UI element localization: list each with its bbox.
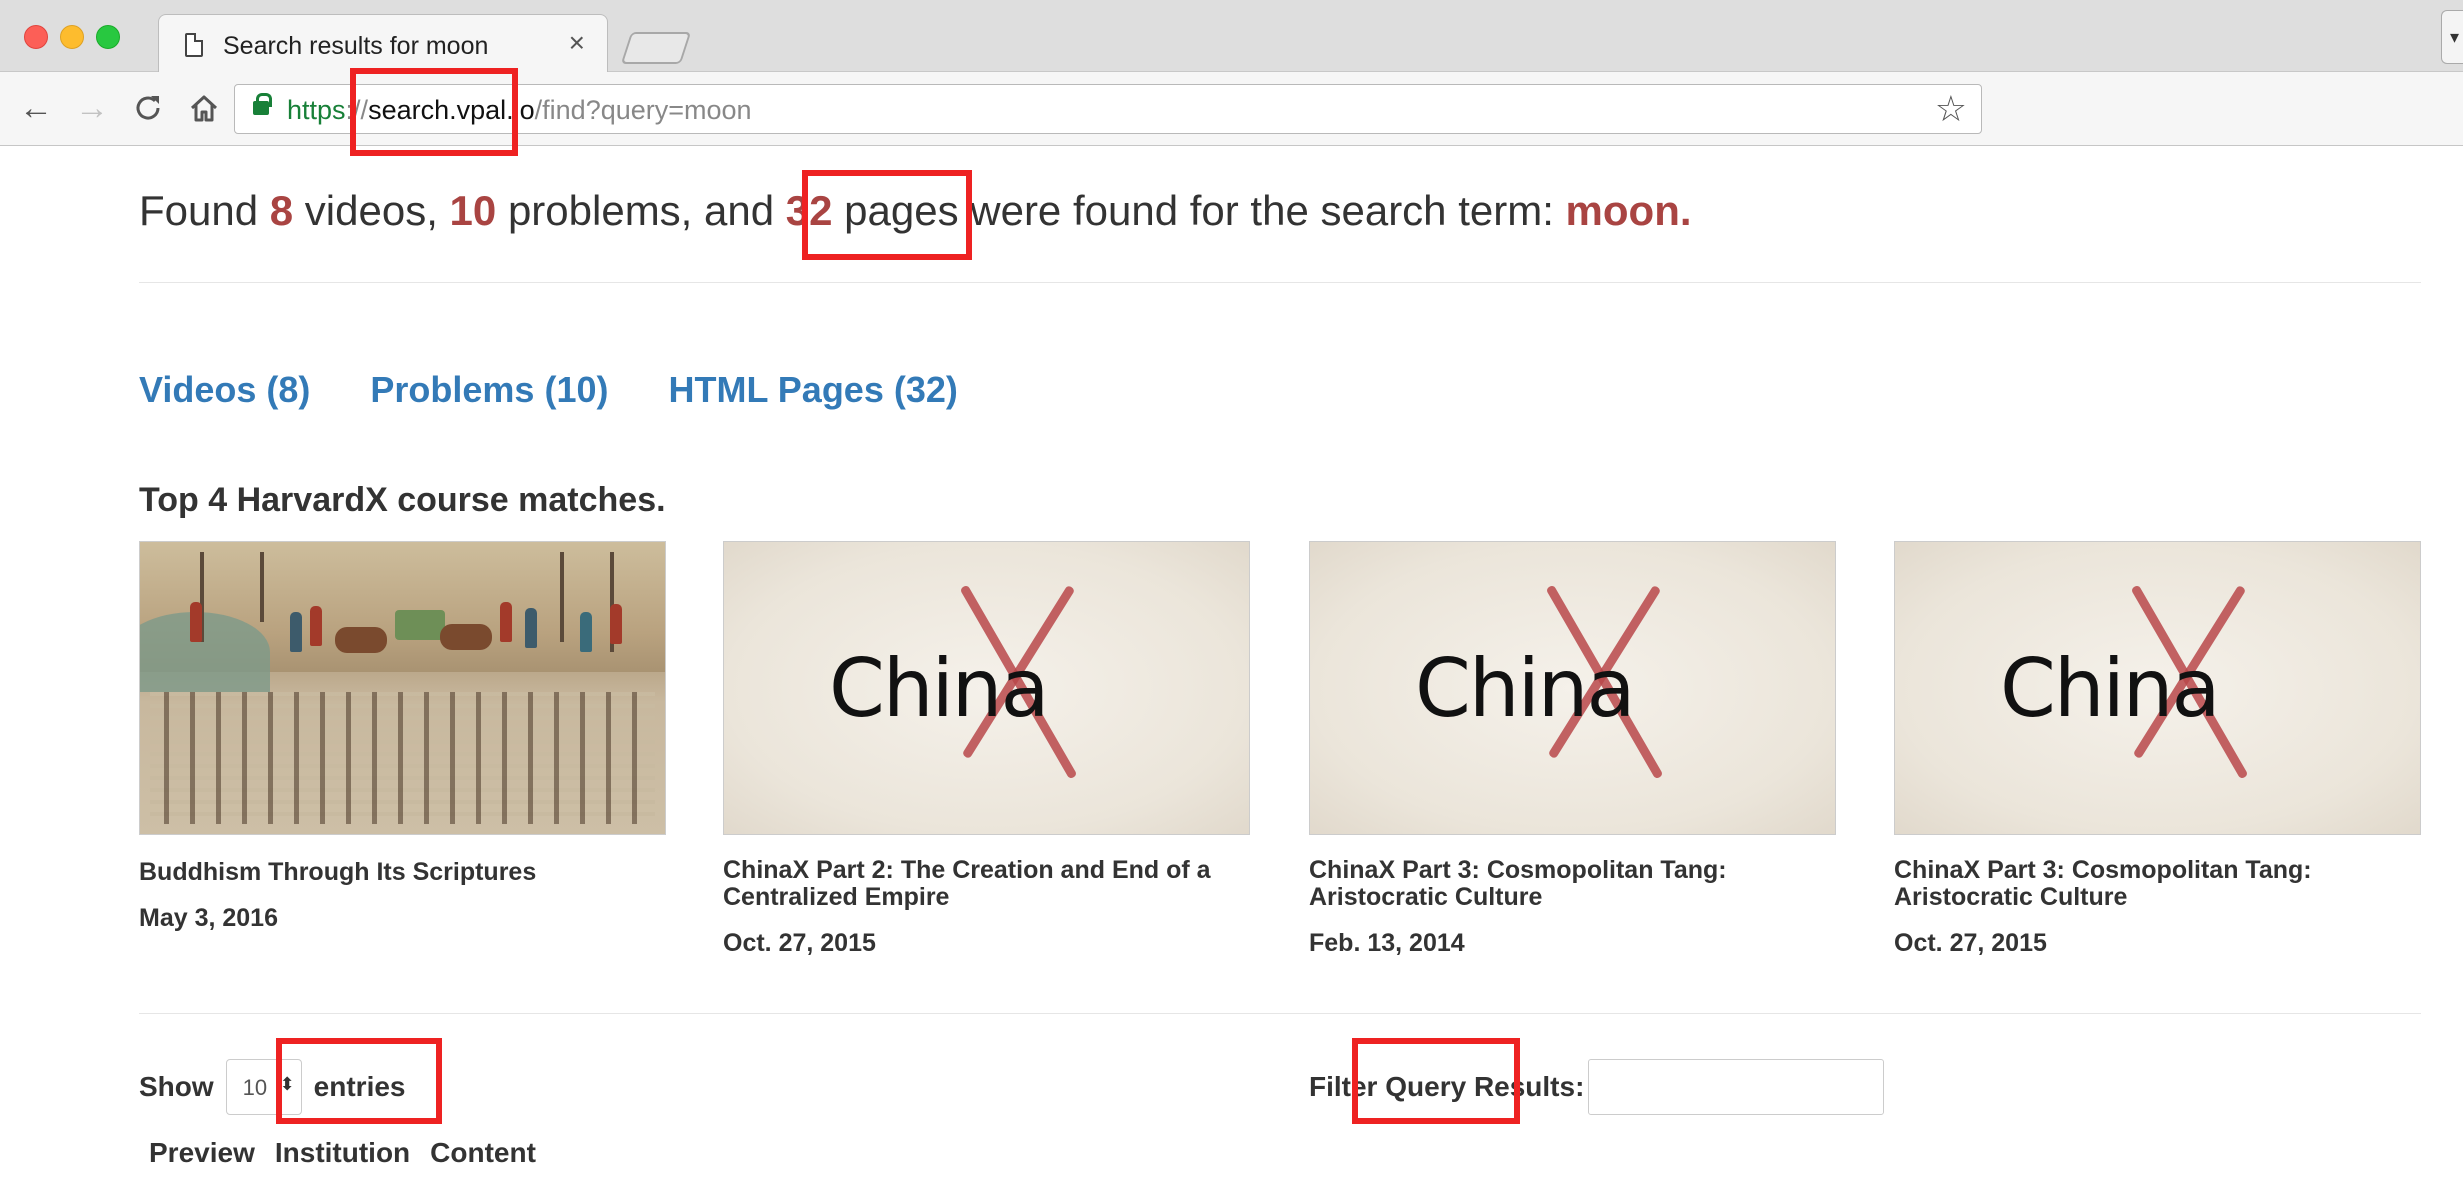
bookmark-star-icon[interactable]: ☆ <box>1935 89 1967 129</box>
chinax-logo-image: China <box>1895 542 2420 834</box>
course-matches-heading: Top 4 HarvardX course matches. <box>139 481 666 519</box>
back-button[interactable]: ← <box>16 88 56 128</box>
videos-word: videos, <box>304 187 438 234</box>
maximize-window-button[interactable] <box>96 25 120 49</box>
course-date: Oct. 27, 2015 <box>1894 929 2047 957</box>
course-title[interactable]: ChinaX Part 3: Cosmopolitan Tang: Aristo… <box>1309 857 1836 911</box>
problems-count: 10 <box>449 187 497 234</box>
browser-tabstrip: Search results for moon × ▾ <box>0 0 2463 72</box>
course-title[interactable]: ChinaX Part 3: Cosmopolitan Tang: Aristo… <box>1894 857 2421 911</box>
course-thumbnail-chinax[interactable]: China <box>723 541 1250 835</box>
course-thumbnail-scroll-painting[interactable] <box>139 541 666 835</box>
home-button[interactable] <box>184 88 224 128</box>
course-thumbnail-chinax[interactable]: China <box>1309 541 1836 835</box>
videos-count: 8 <box>269 187 294 234</box>
course-thumbnail-chinax[interactable]: China <box>1894 541 2421 835</box>
lock-icon <box>253 93 272 115</box>
tab-close-icon[interactable]: × <box>569 27 585 58</box>
chevron-down-icon: ▾ <box>2449 27 2459 47</box>
tab-problems[interactable]: Problems (10) <box>370 369 608 411</box>
problems-word: problems, and <box>507 187 775 234</box>
course-card[interactable]: Buddhism Through Its Scriptures May 3, 2… <box>139 541 666 933</box>
tab-html-pages[interactable]: HTML Pages (32) <box>668 369 957 411</box>
tab-title: Search results for moon <box>223 32 489 60</box>
forward-button[interactable]: → <box>72 88 112 128</box>
result-type-tabs: Videos (8) Problems (10) HTML Pages (32) <box>139 369 958 411</box>
chinax-logo-image: China <box>724 542 1249 834</box>
course-card[interactable]: China ChinaX Part 3: Cosmopolitan Tang: … <box>1894 541 2421 958</box>
new-tab-button[interactable] <box>620 32 692 64</box>
annotation-box-entries <box>276 1038 442 1124</box>
page-content: Found 8 videos, 10 problems, and 32 page… <box>0 147 2463 1185</box>
reload-icon <box>136 96 160 120</box>
show-label: Show <box>139 1071 214 1102</box>
course-date: Feb. 13, 2014 <box>1309 929 1465 957</box>
url-path: /find?query=moon <box>534 95 752 125</box>
course-date: Oct. 27, 2015 <box>723 929 876 957</box>
annotation-box-filter <box>1352 1038 1520 1124</box>
tab-videos[interactable]: Videos (8) <box>139 369 310 411</box>
entries-value: 10 <box>242 1075 268 1100</box>
chinax-logo-text: China <box>1415 642 1636 735</box>
column-header-content[interactable]: Content <box>430 1137 536 1169</box>
course-title[interactable]: ChinaX Part 2: The Creation and End of a… <box>723 857 1250 911</box>
url-scheme: https <box>287 95 346 125</box>
home-icon <box>190 95 218 122</box>
column-header-preview[interactable]: Preview <box>149 1137 255 1169</box>
annotation-box-url <box>350 68 518 156</box>
close-window-button[interactable] <box>24 25 48 49</box>
reload-button[interactable] <box>128 88 168 128</box>
search-term: moon. <box>1565 187 1692 234</box>
course-card[interactable]: China ChinaX Part 3: Cosmopolitan Tang: … <box>1309 541 1836 958</box>
divider <box>139 282 2421 283</box>
course-date: May 3, 2016 <box>139 904 278 932</box>
course-title[interactable]: Buddhism Through Its Scriptures <box>139 859 666 886</box>
page-file-icon <box>185 33 203 57</box>
chinax-logo-text: China <box>2000 642 2221 735</box>
scroll-painting-image <box>140 542 665 834</box>
results-table-header: Preview Institution Content <box>149 1137 536 1169</box>
filter-input[interactable] <box>1588 1059 1885 1115</box>
browser-menu-button[interactable]: ▾ <box>2441 10 2463 64</box>
divider <box>139 1013 2421 1014</box>
chinax-logo-image: China <box>1310 542 1835 834</box>
minimize-window-button[interactable] <box>60 25 84 49</box>
course-card[interactable]: China ChinaX Part 2: The Creation and En… <box>723 541 1250 958</box>
column-header-institution[interactable]: Institution <box>275 1137 410 1169</box>
browser-tab-active[interactable]: Search results for moon × <box>158 14 608 72</box>
chinax-logo-text: China <box>829 642 1050 735</box>
annotation-box-pages <box>802 170 972 260</box>
summary-prefix: Found <box>139 187 259 234</box>
